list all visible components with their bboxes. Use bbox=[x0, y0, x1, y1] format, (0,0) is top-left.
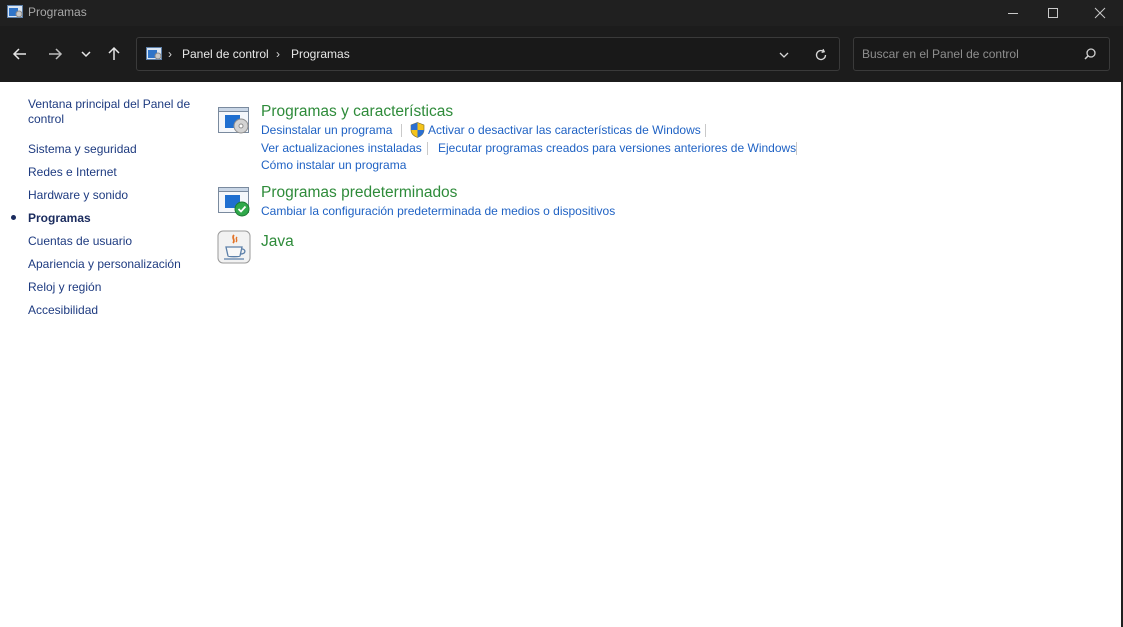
category-title-default-programs[interactable]: Programas predeterminados bbox=[261, 184, 457, 202]
navigation-bar: › Panel de control › Programas bbox=[0, 26, 1123, 82]
arrow-left-icon bbox=[12, 48, 26, 60]
forward-button[interactable] bbox=[42, 42, 68, 66]
refresh-button[interactable] bbox=[811, 45, 831, 65]
sidebar-item-system-security[interactable]: Sistema y seguridad bbox=[28, 142, 137, 157]
task-separator bbox=[401, 124, 402, 137]
programs-features-icon[interactable] bbox=[217, 104, 251, 138]
back-button[interactable] bbox=[7, 42, 33, 66]
control-panel-app-icon bbox=[7, 5, 23, 18]
task-uninstall-program[interactable]: Desinstalar un programa bbox=[261, 123, 392, 137]
chevron-down-icon bbox=[779, 52, 789, 58]
search-input[interactable] bbox=[862, 46, 1077, 62]
address-history-button[interactable] bbox=[774, 45, 794, 65]
sidebar-item-programs: Programas bbox=[28, 211, 91, 225]
maximize-button[interactable] bbox=[1030, 0, 1076, 26]
task-windows-features[interactable]: Activar o desactivar las características… bbox=[428, 123, 701, 137]
task-view-installed-updates[interactable]: Ver actualizaciones instaladas bbox=[261, 141, 422, 155]
task-separator bbox=[796, 142, 797, 155]
breadcrumb-programas[interactable]: Programas bbox=[291, 47, 350, 61]
up-button[interactable] bbox=[101, 42, 127, 66]
sidebar-item-network-internet[interactable]: Redes e Internet bbox=[28, 165, 117, 180]
sidebar-item-accessibility[interactable]: Accesibilidad bbox=[28, 303, 98, 318]
title-bar: Programas bbox=[0, 0, 1123, 26]
sidebar-item-hardware-sound[interactable]: Hardware y sonido bbox=[28, 188, 128, 203]
content-area: Ventana principal del Panel de control S… bbox=[0, 82, 1121, 627]
recent-locations-button[interactable] bbox=[73, 42, 99, 66]
arrow-up-icon bbox=[108, 46, 120, 60]
window-title: Programas bbox=[28, 5, 87, 19]
close-icon bbox=[1094, 7, 1106, 19]
category-title-java[interactable]: Java bbox=[261, 233, 294, 251]
current-page-bullet-icon bbox=[11, 215, 16, 220]
uac-shield-icon bbox=[410, 122, 425, 138]
search-icon[interactable] bbox=[1083, 47, 1097, 61]
breadcrumb-panel-de-control[interactable]: Panel de control bbox=[182, 47, 269, 61]
control-panel-icon bbox=[146, 47, 162, 60]
sidebar-item-control-panel-home[interactable]: Ventana principal del Panel de control bbox=[28, 97, 198, 127]
arrow-right-icon bbox=[49, 48, 63, 60]
chevron-down-icon bbox=[81, 51, 91, 58]
task-separator bbox=[427, 142, 428, 155]
refresh-icon bbox=[815, 48, 827, 61]
java-icon[interactable] bbox=[217, 230, 251, 264]
search-box[interactable] bbox=[853, 37, 1110, 71]
sidebar-item-clock-region[interactable]: Reloj y región bbox=[28, 280, 101, 295]
task-how-to-install[interactable]: Cómo instalar un programa bbox=[261, 158, 406, 172]
default-programs-icon[interactable] bbox=[217, 184, 251, 218]
sidebar-item-user-accounts[interactable]: Cuentas de usuario bbox=[28, 234, 132, 249]
close-button[interactable] bbox=[1077, 0, 1123, 26]
task-run-older-programs[interactable]: Ejecutar programas creados para versione… bbox=[438, 141, 796, 155]
category-title-programs-features[interactable]: Programas y características bbox=[261, 103, 453, 121]
maximize-icon bbox=[1048, 8, 1058, 18]
minimize-icon bbox=[1008, 13, 1018, 14]
address-bar[interactable]: › Panel de control › Programas bbox=[136, 37, 840, 71]
task-separator bbox=[705, 124, 706, 137]
sidebar-item-appearance[interactable]: Apariencia y personalización bbox=[28, 257, 181, 272]
breadcrumb-chevron-icon[interactable]: › bbox=[276, 47, 280, 61]
task-change-default-media[interactable]: Cambiar la configuración predeterminada … bbox=[261, 204, 615, 218]
breadcrumb-chevron-icon[interactable]: › bbox=[168, 47, 172, 61]
